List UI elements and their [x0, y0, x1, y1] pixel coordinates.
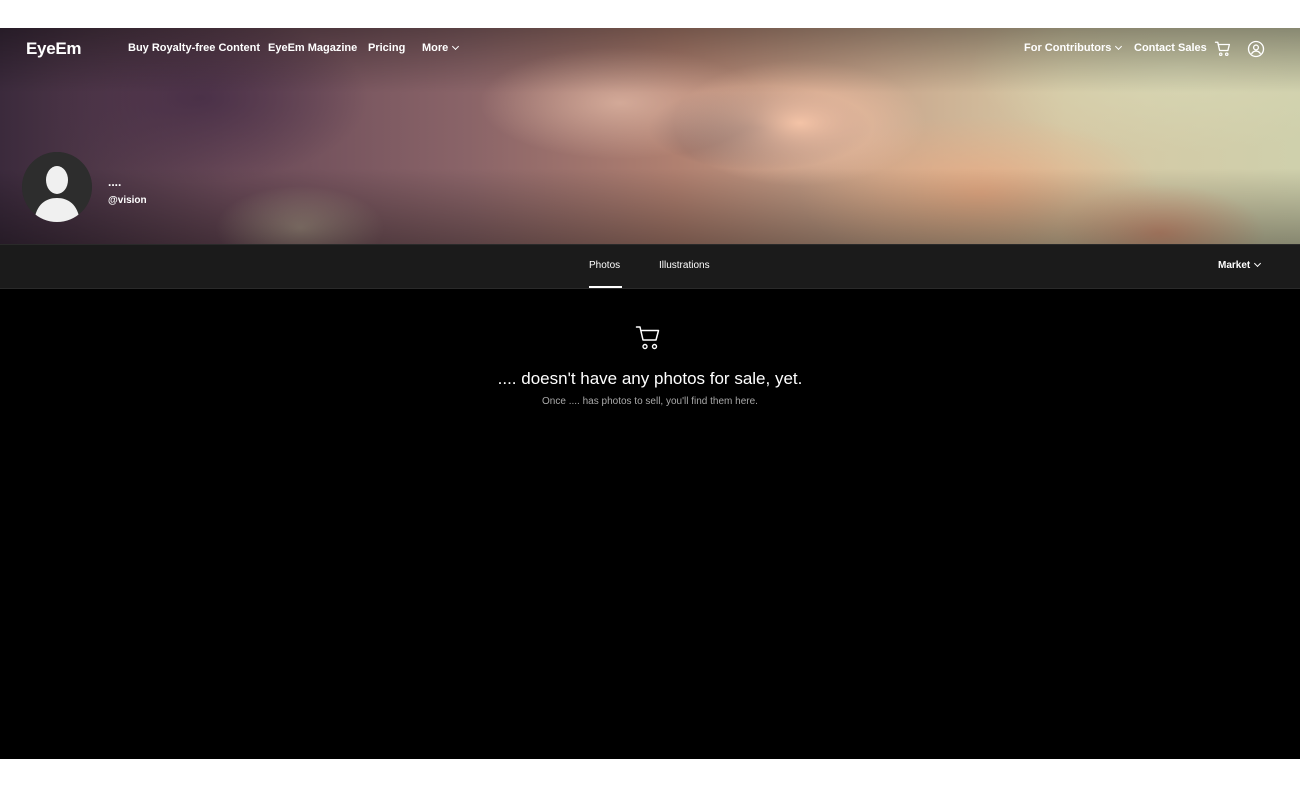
profile-tab-bar: Photos Illustrations Market	[0, 244, 1300, 289]
nav-for-contributors-label: For Contributors	[1024, 42, 1112, 54]
top-navigation: EyeEm Buy Royalty-free Content EyeEm Mag…	[0, 28, 1300, 72]
nav-pricing[interactable]: Pricing	[368, 42, 405, 54]
market-filter-dropdown[interactable]: Market	[1218, 259, 1262, 271]
chevron-down-icon	[1254, 259, 1262, 268]
default-avatar-icon	[22, 152, 92, 222]
profile-name: ....	[108, 175, 122, 189]
cart-icon[interactable]	[1214, 40, 1232, 58]
chevron-down-icon	[452, 42, 460, 51]
market-filter-label: Market	[1218, 260, 1251, 271]
active-tab-indicator	[589, 286, 622, 288]
profile-handle: @vision	[108, 195, 147, 206]
account-icon[interactable]	[1247, 40, 1265, 58]
nav-more-label: More	[422, 42, 449, 54]
nav-buy-royalty-free[interactable]: Buy Royalty-free Content	[128, 42, 260, 54]
avatar[interactable]	[22, 152, 92, 222]
nav-contact-sales[interactable]: Contact Sales	[1134, 42, 1207, 54]
empty-state-subtitle: Once .... has photos to sell, you'll fin…	[542, 396, 758, 407]
cart-icon	[635, 326, 660, 350]
nav-for-contributors[interactable]: For Contributors	[1024, 42, 1123, 54]
page-frame: EyeEm Buy Royalty-free Content EyeEm Mag…	[0, 28, 1300, 759]
empty-state-title: .... doesn't have any photos for sale, y…	[497, 369, 803, 388]
nav-more-menu[interactable]: More	[422, 42, 460, 54]
eyeem-logo[interactable]: EyeEm	[26, 39, 82, 59]
tab-illustrations[interactable]: Illustrations	[659, 260, 710, 271]
chevron-down-icon	[1115, 42, 1123, 51]
nav-eyeem-magazine[interactable]: EyeEm Magazine	[268, 42, 357, 54]
tab-photos[interactable]: Photos	[589, 260, 620, 271]
